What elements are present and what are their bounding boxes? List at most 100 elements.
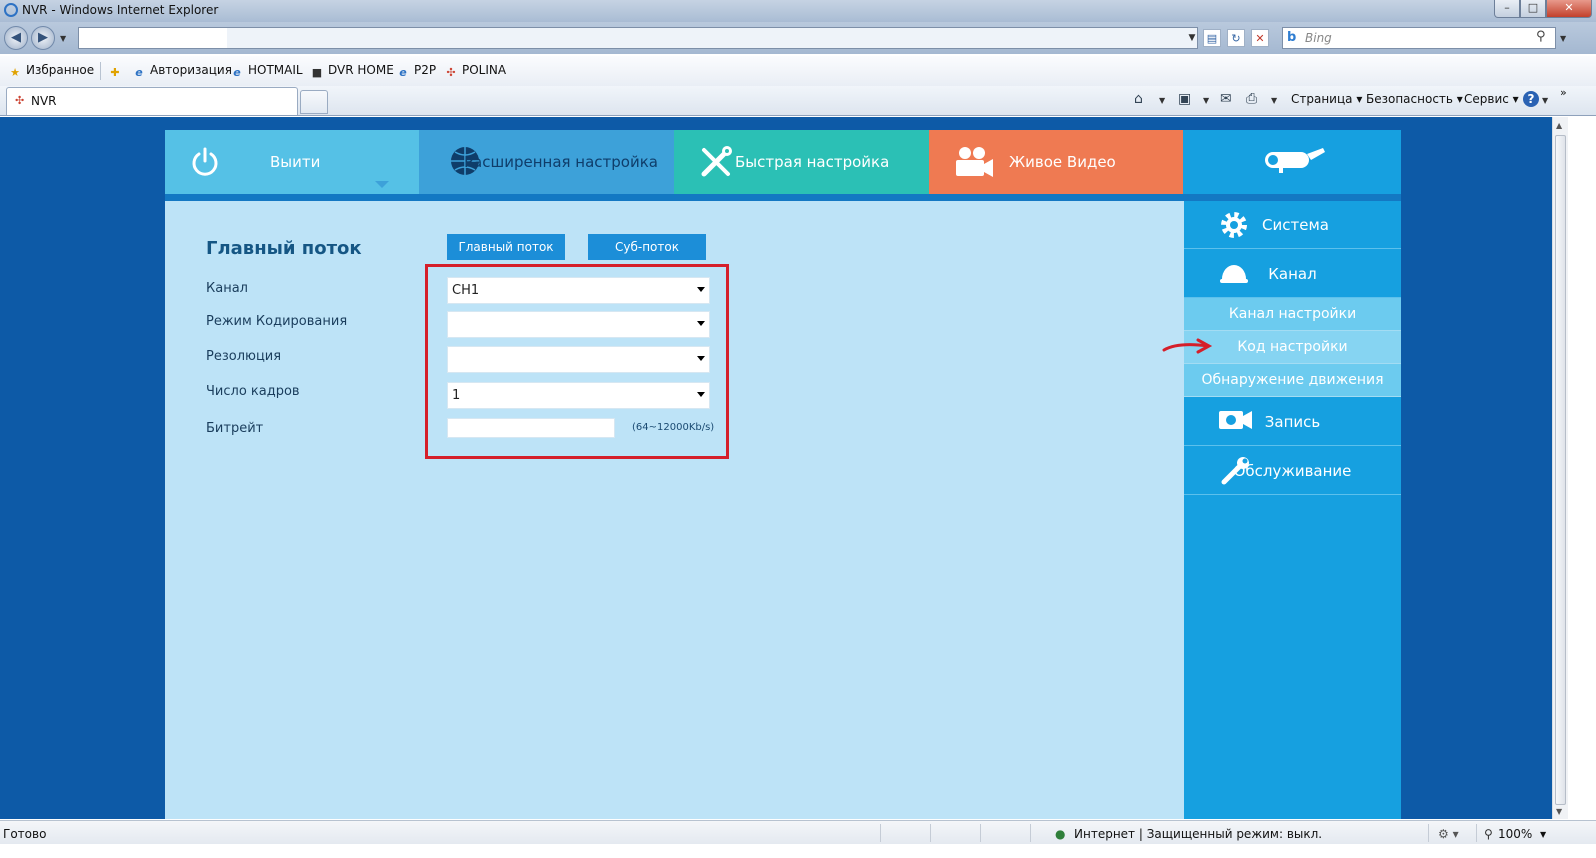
sidebar-sub-channel-settings[interactable]: Канал настройки xyxy=(1184,298,1401,331)
window-title: NVR - Windows Internet Explorer xyxy=(22,3,219,17)
highlight-annotation-box xyxy=(425,264,729,459)
nav-underline xyxy=(165,194,1401,201)
search-options-icon[interactable]: ▼ xyxy=(1560,34,1566,43)
scroll-thumb[interactable] xyxy=(1555,135,1566,805)
search-icon[interactable]: ⚲ xyxy=(1536,29,1546,44)
address-bar[interactable] xyxy=(78,27,1198,49)
red-arrow-annotation xyxy=(1162,338,1213,354)
feeds-dropdown-icon[interactable]: ▼ xyxy=(1203,96,1209,105)
nav-quick-settings[interactable]: Быстрая настройка xyxy=(674,130,929,194)
zoom-level[interactable]: 100% xyxy=(1498,827,1532,841)
address-bar-fill xyxy=(227,28,1197,48)
sidebar-sub-motion-detection[interactable]: Обнаружение движения xyxy=(1184,364,1401,397)
zoom-icon[interactable]: ⚲ xyxy=(1484,827,1493,841)
protected-mode-icon[interactable]: ⚙ ▾ xyxy=(1438,827,1459,841)
page-menu[interactable]: Страница ▾ xyxy=(1291,92,1362,106)
back-button[interactable]: ◀ xyxy=(4,26,28,50)
window-titlebar: NVR - Windows Internet Explorer – □ ✕ xyxy=(0,0,1596,22)
tab-nvr-label: NVR xyxy=(31,94,57,108)
tab-nvr[interactable]: ✣ NVR xyxy=(6,87,298,115)
bullet-camera-icon xyxy=(1265,148,1325,173)
safety-menu[interactable]: Безопасность ▾ xyxy=(1366,92,1463,106)
status-divider xyxy=(1030,824,1031,842)
status-divider xyxy=(930,824,931,842)
fav-link-authorization[interactable]: e Авторизация xyxy=(132,63,232,80)
add-favorite-icon[interactable]: ✚ xyxy=(108,63,126,80)
feeds-icon[interactable]: ▣ xyxy=(1178,91,1191,107)
favorites-button[interactable]: ★ Избранное xyxy=(8,63,94,80)
settings-sidebar: Система Канал Канал настройки Код настро… xyxy=(1184,201,1401,819)
compatibility-view-icon[interactable]: ▤ xyxy=(1203,29,1221,47)
main-stream-button[interactable]: Главный поток xyxy=(447,234,565,260)
bitrate-label: Битрейт xyxy=(206,421,264,436)
scroll-down-icon[interactable]: ▼ xyxy=(1556,807,1562,816)
favorites-divider xyxy=(100,62,101,80)
favorites-bar: ★ Избранное ✚ e Авторизация e HOTMAIL ■ DVR … xyxy=(0,56,1596,86)
status-text: Готово xyxy=(3,827,47,841)
power-icon xyxy=(192,147,218,176)
search-input[interactable]: b Bing xyxy=(1282,27,1556,49)
refresh-icon[interactable]: ↻ xyxy=(1227,29,1245,47)
nav-quick-label: Быстрая настройка xyxy=(735,153,890,171)
nav-live-video[interactable]: Живое Видео xyxy=(929,130,1183,194)
active-nav-pointer xyxy=(375,181,389,188)
sidebar-sub-code-settings[interactable]: Код настройки xyxy=(1184,331,1401,364)
sidebar-item-channel[interactable]: Канал xyxy=(1184,249,1401,298)
ie-page-icon: e xyxy=(399,66,407,79)
fav-link-polina[interactable]: ✣ POLINA xyxy=(444,63,506,80)
video-camera-icon xyxy=(956,147,993,177)
resolution-label: Резолюция xyxy=(206,349,282,364)
internet-globe-icon: ● xyxy=(1055,827,1066,841)
nav-advanced-label: Расширенная настройка xyxy=(464,153,658,171)
home-icon[interactable]: ⌂ xyxy=(1134,91,1143,107)
ie-page-icon: e xyxy=(233,66,241,79)
print-icon[interactable]: ⎙ xyxy=(1246,91,1257,107)
sidebar-item-channel-label: Канал xyxy=(1268,265,1317,283)
address-toolbar: ◀ ▶ ▼ ▼ ▤ ↻ ✕ b Bing ⚲ ▼ xyxy=(0,22,1596,54)
fav-link-p2p[interactable]: e P2P xyxy=(396,63,436,80)
stop-icon[interactable]: ✕ xyxy=(1251,29,1269,47)
framerate-label: Число кадров xyxy=(206,384,300,399)
nav-camera-logo xyxy=(1183,130,1401,194)
minimize-button[interactable]: – xyxy=(1494,0,1520,18)
ie-logo-icon xyxy=(4,3,18,17)
status-divider xyxy=(880,824,881,842)
ie-page-icon: e xyxy=(135,66,143,79)
history-dropdown-icon[interactable]: ▼ xyxy=(60,34,66,43)
tab-row: ✣ NVR ⌂ ▼ ▣ ▼ ✉ ⎙ ▼ Страница ▾ Безопасно… xyxy=(0,86,1596,116)
bing-logo-icon: b xyxy=(1287,30,1297,45)
channel-label: Канал xyxy=(206,281,248,296)
help-icon[interactable]: ? xyxy=(1523,91,1539,107)
forward-button[interactable]: ▶ xyxy=(31,26,55,50)
window-edge xyxy=(1568,117,1596,819)
sidebar-item-maintenance[interactable]: Обслуживание xyxy=(1184,446,1401,495)
nav-live-label: Живое Видео xyxy=(1009,153,1116,171)
nav-logout-label: Выити xyxy=(270,153,321,171)
new-tab-button[interactable] xyxy=(300,90,328,114)
fav-link-dvr-home[interactable]: ■ DVR HOME xyxy=(310,63,394,80)
mail-icon[interactable]: ✉ xyxy=(1220,91,1232,107)
sidebar-item-record[interactable]: Запись xyxy=(1184,397,1401,446)
search-placeholder: Bing xyxy=(1305,31,1332,45)
sub-stream-button[interactable]: Суб-поток xyxy=(588,234,706,260)
sidebar-item-system[interactable]: Система xyxy=(1184,201,1401,249)
status-divider xyxy=(1428,824,1429,842)
print-dropdown-icon[interactable]: ▼ xyxy=(1271,96,1277,105)
site-page-icon: ✣ xyxy=(446,66,456,79)
security-zone-text[interactable]: Интернет | Защищенный режим: выкл. xyxy=(1074,827,1322,841)
address-dropdown-icon[interactable]: ▼ xyxy=(1183,29,1201,47)
top-navigation: Выити Расширенная настройка Быстрая наст… xyxy=(165,130,1401,194)
vertical-scrollbar[interactable]: ▲ ▼ xyxy=(1552,117,1568,819)
close-button[interactable]: ✕ xyxy=(1546,0,1592,18)
tools-menu[interactable]: Сервис ▾ xyxy=(1464,92,1519,106)
web-page: Выити Расширенная настройка Быстрая наст… xyxy=(0,117,1552,819)
nav-advanced-settings[interactable]: Расширенная настройка xyxy=(419,130,674,194)
maximize-button[interactable]: □ xyxy=(1520,0,1546,18)
help-dropdown-icon[interactable]: ▼ xyxy=(1542,96,1548,105)
camera-page-icon: ■ xyxy=(311,66,323,79)
fav-link-hotmail[interactable]: e HOTMAIL xyxy=(230,63,302,80)
home-dropdown-icon[interactable]: ▼ xyxy=(1159,96,1165,105)
chevron-more-icon[interactable]: » xyxy=(1560,86,1567,99)
scroll-up-icon[interactable]: ▲ xyxy=(1556,121,1562,130)
zoom-dropdown-icon[interactable]: ▼ xyxy=(1540,830,1546,839)
